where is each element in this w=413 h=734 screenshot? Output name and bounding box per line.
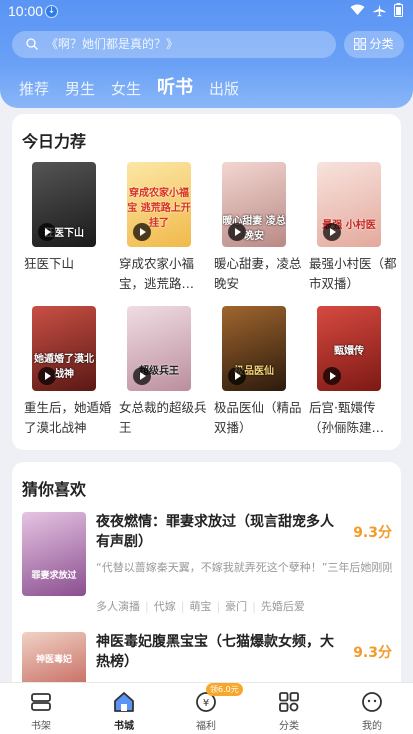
search-icon — [26, 38, 38, 50]
book-description: “代替以蔷嫁秦天翼，不嫁我就弄死这个孽种！”三年后她刚刚出狱，就被亲生爸妈以宝宝… — [96, 561, 392, 574]
status-time: 10:00 — [8, 3, 44, 19]
tag: 代嫁 — [153, 600, 176, 613]
search-input[interactable]: 《啊？她们都是真的？》 — [12, 31, 336, 58]
play-icon — [323, 367, 341, 385]
play-icon — [38, 223, 56, 241]
status-bar: 10:00 ↓ — [0, 0, 413, 24]
play-icon — [323, 223, 341, 241]
bottom-nav: 书架 书城 ¥ 领6.0元 福利 分类 我的 — [0, 682, 413, 734]
tab-publish[interactable]: 出版 — [209, 78, 239, 99]
book-title: 极品医仙（精品双播） — [214, 400, 302, 435]
wifi-icon — [350, 4, 365, 20]
book-cover: 最强 小村医 — [317, 162, 381, 247]
tag: 萌宝 — [189, 600, 212, 613]
book-cover: 甄嬛传 — [317, 306, 381, 391]
book-title: 神医毒妃腹黑宝宝（七猫爆款女频，大热榜） — [96, 634, 334, 670]
section-title: 猜你喜欢 — [22, 480, 87, 499]
top-tabs: 推荐 男生 女生 听书 出版 — [19, 73, 239, 99]
search-placeholder: 《啊？她们都是真的？》 — [46, 37, 179, 51]
airplane-icon — [373, 4, 386, 21]
book-title: 重生后，她遁婚了漠北战神 — [24, 400, 112, 435]
tab-audiobook[interactable]: 听书 — [157, 73, 193, 99]
play-icon — [38, 367, 56, 385]
play-icon — [133, 367, 151, 385]
category-button-label: 分类 — [369, 37, 394, 51]
tab-female[interactable]: 女生 — [111, 78, 141, 99]
list-item[interactable]: 罪妻求放过 夜夜燃情：罪妻求放过（现言甜宠多人有声剧） 9.3分 “代替以蔷嫁秦… — [22, 512, 392, 616]
book-cover: 超级兵王 — [127, 306, 191, 391]
svg-text:¥: ¥ — [203, 698, 209, 709]
book-title: 穿成农家小福宝，逃荒路… — [119, 256, 195, 291]
category-icon — [279, 692, 299, 712]
book-title: 狂医下山 — [24, 256, 75, 271]
bookstore-icon — [114, 692, 134, 712]
category-button[interactable]: 分类 — [344, 31, 404, 58]
section-title: 今日力荐 — [22, 132, 87, 151]
book-cover: 暖心甜妻 凌总晚安 — [222, 162, 286, 247]
notification-icon: ↓ — [45, 5, 58, 18]
book-tags: 多人演播 | 代嫁 | 萌宝 | 豪门 | 先婚后爱 — [96, 600, 305, 613]
book-cover: 狂医下山 — [32, 162, 96, 247]
grid-icon — [354, 38, 367, 50]
tab-recommend[interactable]: 推荐 — [19, 78, 49, 99]
profile-icon — [362, 692, 382, 712]
play-icon — [228, 367, 246, 385]
play-icon — [228, 223, 246, 241]
book-cover: 她遁婚了漠北战神 — [32, 306, 96, 391]
book-title: 暖心甜妻，凌总晚安 — [214, 256, 302, 291]
tag: 豪门 — [225, 600, 248, 613]
welfare-badge: 领6.0元 — [206, 683, 243, 696]
book-cover: 极品医仙 — [222, 306, 286, 391]
play-icon — [133, 223, 151, 241]
today-recommend-section: 今日力荐 狂医下山 狂医下山 穿成农家小福宝 逃荒路上开挂了 穿成农家小福宝，逃… — [12, 114, 401, 450]
book-score: 9.3分 — [353, 525, 392, 541]
bookshelf-icon — [31, 693, 51, 711]
book-title: 女总裁的超级兵王 — [119, 400, 207, 435]
book-score: 9.3分 — [353, 645, 392, 661]
tag: 多人演播 — [96, 600, 140, 613]
book-title: 后宫·甄嬛传（孙俪陈建… — [309, 400, 385, 435]
book-title: 最强小村医（都市双播） — [309, 256, 397, 291]
tab-male[interactable]: 男生 — [65, 78, 95, 99]
guess-you-like-section: 猜你喜欢 罪妻求放过 夜夜燃情：罪妻求放过（现言甜宠多人有声剧） 9.3分 “代… — [12, 462, 401, 716]
battery-icon — [394, 3, 403, 21]
tag: 先婚后爱 — [260, 600, 305, 613]
book-title: 夜夜燃情：罪妻求放过（现言甜宠多人有声剧） — [96, 514, 334, 550]
book-cover: 穿成农家小福宝 逃荒路上开挂了 — [127, 162, 191, 247]
book-cover: 罪妻求放过 — [22, 512, 86, 596]
